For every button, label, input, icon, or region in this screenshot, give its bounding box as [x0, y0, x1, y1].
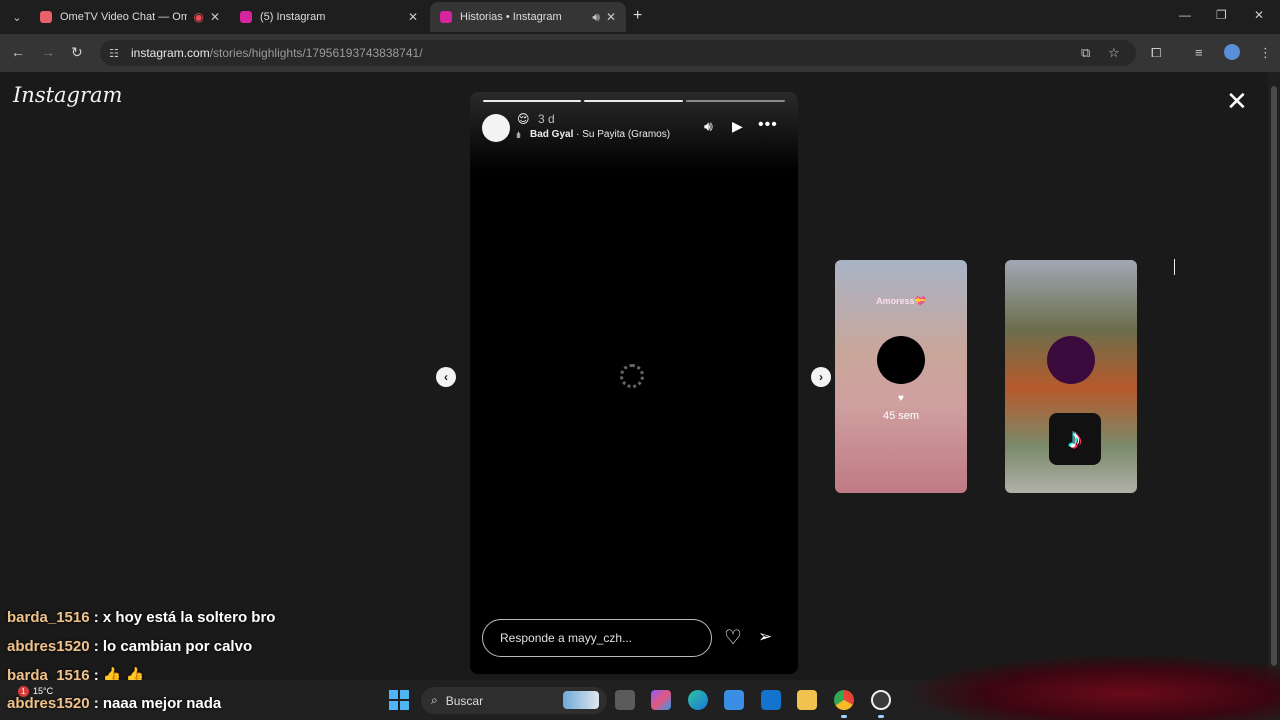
browser-menu-icon[interactable]: ⋮ [1259, 45, 1272, 61]
chat-username: abdres1520 [7, 638, 90, 655]
previous-story-button[interactable]: ‹ [436, 367, 456, 387]
new-tab-button[interactable]: + [633, 7, 642, 25]
music-artist: Bad Gyal [530, 129, 574, 140]
obs-active-indicator [878, 715, 884, 718]
text-cursor [1174, 259, 1175, 275]
extensions-icon[interactable]: ⧠ [1151, 45, 1161, 61]
tab-close-icon[interactable]: ✕ [210, 10, 220, 24]
chat-message: abdres1520 : naaa mejor nada [7, 695, 221, 712]
edge-icon[interactable] [688, 690, 708, 710]
play-icon[interactable]: ▶ [732, 118, 743, 135]
tab-close-icon[interactable]: ✕ [606, 10, 616, 24]
bookmark-star-icon[interactable]: ☆ [1108, 45, 1120, 61]
story-avatar[interactable] [482, 114, 510, 142]
chat-text: : naaa mejor nada [89, 695, 222, 712]
page-scrollbar[interactable] [1268, 72, 1280, 680]
tab-title: Historias • Instagram [460, 11, 562, 23]
ometv-favicon-icon [40, 11, 52, 23]
story-player[interactable]: 😌 3 d ılı Bad Gyal · Su Payita (Gramos) … [470, 92, 798, 674]
preview-caption: Amoress💝 [876, 296, 926, 306]
file-explorer-icon[interactable] [797, 690, 817, 710]
like-heart-icon[interactable]: ♡ [724, 625, 742, 650]
restore-button[interactable]: ❐ [1216, 8, 1227, 22]
search-icon: ⌕ [431, 693, 438, 707]
recording-icon: ◉ [193, 10, 204, 24]
scrollbar-thumb[interactable] [1271, 86, 1277, 666]
music-separator: · [573, 129, 583, 140]
tab-search-button[interactable]: ⌄ [7, 7, 27, 27]
search-highlight-icon[interactable] [563, 691, 599, 709]
chat-message: barda_1516 : x hoy está la soltero bro [7, 609, 275, 626]
address-bar[interactable]: ☷ instagram.com/stories/highlights/17956… [100, 40, 1136, 66]
preview-heart-icon: ♥ [898, 393, 904, 404]
instagram-favicon-icon [440, 11, 452, 23]
windows-start-icon[interactable] [389, 690, 409, 710]
tab-instagram[interactable]: (5) Instagram ✕ [230, 2, 428, 32]
url-text: instagram.com/stories/highlights/1795619… [131, 46, 423, 60]
audio-playing-icon[interactable]: 🔊︎ [592, 10, 600, 25]
obs-icon[interactable] [871, 690, 891, 710]
progress-segment-1 [483, 100, 581, 102]
more-options-icon[interactable]: ••• [758, 116, 778, 134]
chat-message: abdres1520 : lo cambian por calvo [7, 638, 252, 655]
instagram-logo[interactable]: Instagram [13, 83, 122, 107]
chrome-icon[interactable] [834, 690, 854, 710]
reply-placeholder: Responde a mayy_czh... [500, 631, 633, 645]
next-highlight-preview-2[interactable]: ♪ [1005, 260, 1137, 493]
desktop-art [900, 654, 1280, 720]
profile-avatar[interactable] [1224, 44, 1240, 60]
close-window-button[interactable]: ✕ [1254, 8, 1264, 22]
tab-title: OmeTV Video Chat — Ome [60, 11, 188, 23]
back-button[interactable]: ← [11, 44, 25, 60]
story-age: 3 d [538, 112, 555, 126]
copilot-icon[interactable] [651, 690, 671, 710]
instagram-favicon-icon [240, 11, 252, 23]
share-send-icon[interactable]: ➢ [758, 627, 772, 647]
reply-input[interactable]: Responde a mayy_czh... [482, 619, 712, 657]
task-view-icon[interactable] [615, 690, 635, 710]
url-path: /stories/highlights/17956193743838741/ [209, 46, 423, 60]
volume-icon[interactable]: 🔊︎ [704, 118, 713, 135]
forward-button[interactable]: → [41, 44, 55, 60]
tab-strip: ⌄ OmeTV Video Chat — Ome ◉ ✕ (5) Instagr… [0, 0, 1280, 34]
chat-text: : x hoy está la soltero bro [89, 609, 276, 626]
tab-historias[interactable]: Historias • Instagram 🔊︎ ✕ [430, 2, 626, 32]
tiktok-logo-icon: ♪ [1049, 413, 1101, 465]
store-icon[interactable] [724, 690, 744, 710]
music-bars-icon: ılı [516, 130, 521, 140]
progress-segment-2 [584, 100, 683, 102]
highlight-emoji[interactable]: 😌 [517, 112, 530, 126]
close-stories-button[interactable]: ✕ [1226, 88, 1248, 114]
outlook-icon[interactable] [761, 690, 781, 710]
media-control-icon[interactable]: ≡ [1195, 45, 1203, 60]
preview-avatar [877, 336, 925, 384]
tab-ometv[interactable]: OmeTV Video Chat — Ome ◉ ✕ [30, 2, 230, 32]
loading-spinner-icon [620, 364, 644, 388]
chat-text: : lo cambian por calvo [89, 638, 253, 655]
progress-segment-3 [686, 100, 785, 102]
url-host: instagram.com [131, 46, 210, 60]
chat-username: abdres1520 [7, 695, 90, 712]
reload-button[interactable]: ↻ [71, 44, 83, 61]
music-track: Su Payita (Gramos) [582, 129, 671, 140]
tab-close-icon[interactable]: ✕ [408, 10, 418, 24]
install-app-icon[interactable]: ⧉ [1081, 45, 1090, 61]
tab-title: (5) Instagram [260, 11, 326, 23]
chrome-active-indicator [841, 715, 847, 718]
chat-username: barda_1516 [7, 609, 90, 626]
preview-avatar [1047, 336, 1095, 384]
preview-time: 45 sem [882, 410, 920, 422]
minimize-button[interactable]: — [1179, 8, 1191, 22]
next-story-button[interactable]: › [811, 367, 831, 387]
search-label: Buscar [445, 693, 484, 708]
site-info-icon[interactable]: ☷ [109, 47, 123, 60]
next-highlight-preview[interactable]: Amoress💝 ♥ 45 sem [835, 260, 967, 493]
story-music[interactable]: Bad Gyal · Su Payita (Gramos) [530, 129, 670, 140]
